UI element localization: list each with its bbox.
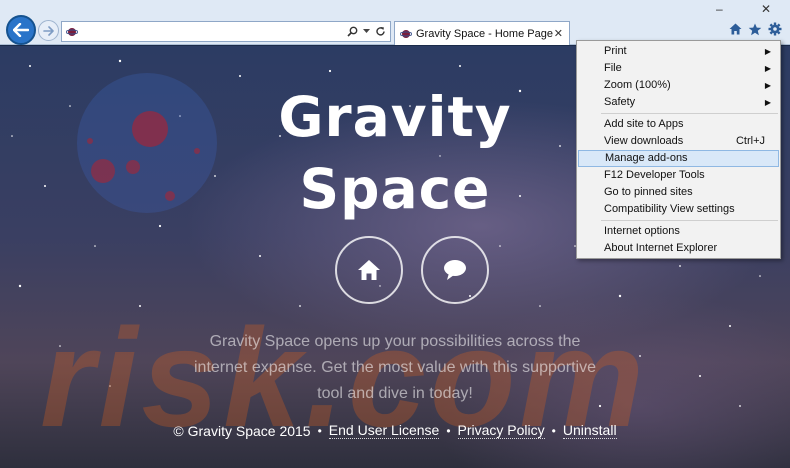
browser-chrome: – ✕ Gravity Space - Home Page ✕ <box>0 0 790 45</box>
menu-item-file[interactable]: File ▶ <box>578 60 779 77</box>
address-bar[interactable] <box>61 21 391 42</box>
menu-item-label: File <box>604 62 622 74</box>
planet-favicon-icon <box>66 28 78 36</box>
home-icon <box>358 260 380 280</box>
menu-item-label: Safety <box>604 96 636 108</box>
chevron-down-icon[interactable] <box>363 29 370 34</box>
tab-home-page[interactable]: Gravity Space - Home Page ✕ <box>394 21 570 45</box>
menu-item-label: Zoom (100%) <box>604 79 671 91</box>
menu-item-safety[interactable]: Safety ▶ <box>578 94 779 111</box>
close-window-button[interactable]: ✕ <box>761 2 771 16</box>
menu-item-label: Compatibility View settings <box>604 203 735 215</box>
arrow-left-icon <box>13 23 29 37</box>
menu-item-go-to-pinned-sites[interactable]: Go to pinned sites <box>578 184 779 201</box>
footer-separator: • <box>317 423 322 438</box>
menu-item-label: Print <box>604 45 627 57</box>
end-user-license-link[interactable]: End User License <box>328 422 440 439</box>
speech-bubble-icon <box>444 260 466 280</box>
home-icon[interactable] <box>729 23 742 35</box>
menu-item-compatibility-view-settings[interactable]: Compatibility View settings <box>578 201 779 218</box>
menu-item-zoom[interactable]: Zoom (100%) ▶ <box>578 77 779 94</box>
menu-item-view-downloads[interactable]: View downloads Ctrl+J <box>578 133 779 150</box>
menu-item-label: About Internet Explorer <box>604 242 718 254</box>
home-circle-button[interactable] <box>335 236 403 304</box>
toolbar-icons <box>729 22 782 36</box>
menu-item-print[interactable]: Print ▶ <box>578 43 779 60</box>
arrow-right-icon <box>43 25 54 36</box>
tab-close-button[interactable]: ✕ <box>554 27 563 40</box>
menu-item-label: View downloads <box>604 135 684 147</box>
uninstall-link[interactable]: Uninstall <box>562 422 617 439</box>
tab-title: Gravity Space - Home Page <box>416 27 553 40</box>
menu-item-f12-developer-tools[interactable]: F12 Developer Tools <box>578 167 779 184</box>
gear-icon[interactable] <box>768 22 782 36</box>
menu-item-add-site-to-apps[interactable]: Add site to Apps <box>578 116 779 133</box>
tools-menu: Print ▶ File ▶ Zoom (100%) ▶ Safety ▶ Add si… <box>576 40 781 259</box>
planet-favicon-icon <box>400 29 412 38</box>
menu-item-manage-add-ons[interactable]: Manage add-ons <box>578 150 779 167</box>
menu-item-label: Add site to Apps <box>604 118 684 130</box>
hero-title-line2: Space <box>299 157 491 221</box>
menu-item-label: Go to pinned sites <box>604 186 693 198</box>
menu-item-about-internet-explorer[interactable]: About Internet Explorer <box>578 240 779 257</box>
footer: © Gravity Space 2015 • End User License … <box>150 422 640 439</box>
chevron-right-icon: ▶ <box>764 64 771 73</box>
chevron-right-icon: ▶ <box>764 81 771 90</box>
menu-item-label: Internet options <box>604 225 680 237</box>
menu-item-internet-options[interactable]: Internet options <box>578 223 779 240</box>
hero-title-line1: Gravity <box>278 85 512 149</box>
chevron-right-icon: ▶ <box>764 47 771 56</box>
hero-tagline: Gravity Space opens up your possibilitie… <box>194 333 596 402</box>
watermark-globe-icon <box>77 73 217 213</box>
menu-separator <box>601 113 778 114</box>
menu-separator <box>601 220 778 221</box>
forward-button[interactable] <box>38 20 59 41</box>
menu-item-label: Manage add-ons <box>605 152 688 164</box>
menu-item-shortcut: Ctrl+J <box>735 135 765 147</box>
search-icon[interactable] <box>347 26 358 37</box>
footer-separator: • <box>446 423 451 438</box>
back-button[interactable] <box>6 15 36 45</box>
star-icon[interactable] <box>748 23 762 36</box>
chevron-right-icon: ▶ <box>764 98 771 107</box>
minimize-button[interactable]: – <box>716 2 723 16</box>
privacy-policy-link[interactable]: Privacy Policy <box>457 422 545 439</box>
chat-circle-button[interactable] <box>421 236 489 304</box>
copyright-text: © Gravity Space 2015 <box>173 422 311 439</box>
refresh-icon[interactable] <box>375 26 386 37</box>
menu-item-label: F12 Developer Tools <box>604 169 705 181</box>
footer-separator: • <box>551 423 556 438</box>
